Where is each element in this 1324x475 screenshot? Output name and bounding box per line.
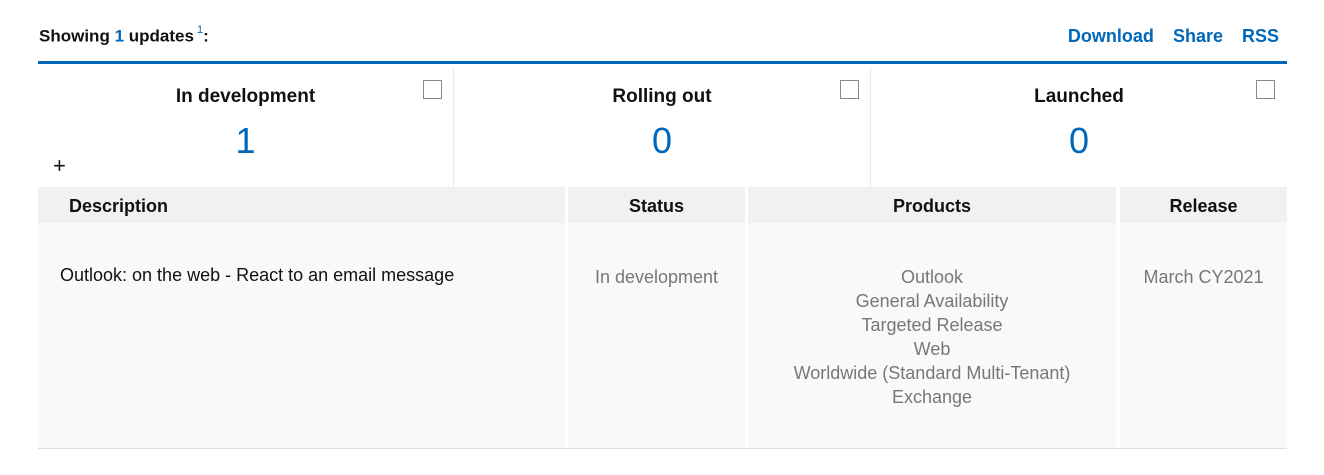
row-divider	[38, 448, 1287, 449]
stat-launched: Launched 0	[871, 67, 1287, 189]
share-link[interactable]: Share	[1173, 26, 1223, 46]
stat-title: Rolling out	[612, 86, 712, 107]
download-link[interactable]: Download	[1068, 26, 1154, 46]
cell-status: In development	[568, 223, 745, 448]
product-tag: General Availability	[855, 291, 1009, 311]
product-tag: Web	[913, 339, 951, 359]
product-tag: Targeted Release	[861, 315, 1003, 335]
stat-count: 0	[651, 120, 673, 161]
showing-prefix: Showing	[39, 26, 110, 46]
updates-table: Description Status Products Release Outl…	[38, 187, 1287, 449]
filter-checkbox-launched[interactable]	[1256, 80, 1275, 99]
stat-in-development: In development 1 +	[38, 67, 454, 189]
footnote-link[interactable]: 1	[197, 24, 203, 36]
cell-description[interactable]: Outlook: on the web - React to an email …	[38, 223, 565, 448]
updates-suffix: updates	[128, 26, 194, 46]
column-header-description[interactable]: Description	[38, 187, 565, 223]
cell-products: Outlook General Availability Targeted Re…	[748, 223, 1116, 448]
column-header-release[interactable]: Release	[1120, 187, 1287, 223]
status-summary-panel: In development 1 + Rolling out 0 Launche…	[38, 61, 1287, 189]
rss-link[interactable]: RSS	[1242, 26, 1279, 46]
filter-checkbox-rolling-out[interactable]	[840, 80, 859, 99]
column-header-products[interactable]: Products	[748, 187, 1116, 223]
update-count: 1	[114, 26, 125, 46]
cell-release: March CY2021	[1120, 223, 1287, 448]
stat-count: 0	[1068, 120, 1090, 161]
colon: :	[203, 26, 209, 46]
product-tag: Worldwide (Standard Multi-Tenant)	[793, 363, 1071, 383]
filter-checkbox-in-development[interactable]	[423, 80, 442, 99]
action-links: Download Share RSS	[1054, 26, 1279, 47]
showing-summary: Showing 1 updates 1:	[39, 24, 209, 47]
stat-rolling-out: Rolling out 0	[454, 67, 871, 189]
column-header-status[interactable]: Status	[568, 187, 745, 223]
stat-title: Launched	[1034, 86, 1124, 107]
product-tag: Outlook	[900, 267, 964, 287]
stat-count: 1	[235, 120, 256, 161]
results-header: Showing 1 updates 1: Download Share RSS	[39, 24, 1287, 50]
product-tag: Exchange	[891, 387, 973, 407]
stat-title: In development	[175, 86, 316, 107]
expand-plus-icon[interactable]: +	[53, 155, 66, 177]
